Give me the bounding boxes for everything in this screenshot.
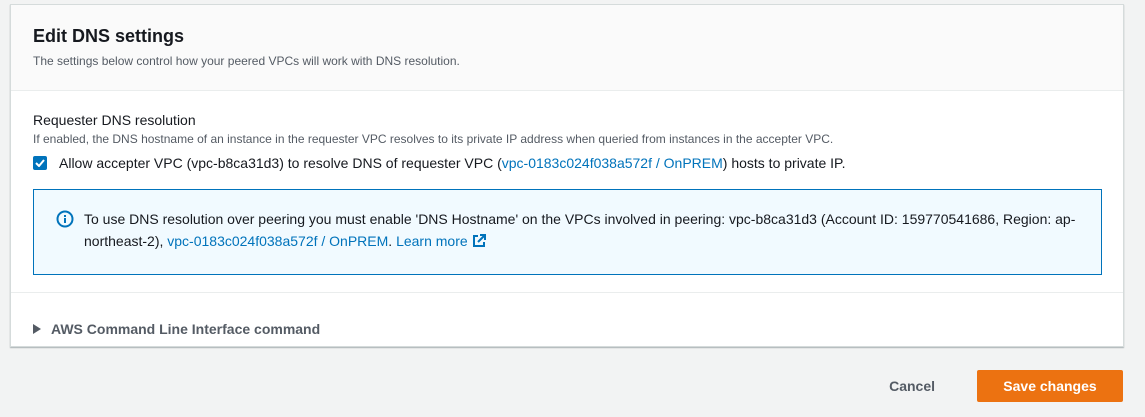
requester-vpc-link[interactable]: vpc-0183c024f038a572f / OnPREM [502,155,723,171]
requester-dns-checkbox[interactable] [33,156,47,170]
form-actions: Cancel Save changes [869,370,1123,402]
info-alert: To use DNS resolution over peering you m… [33,189,1102,275]
checkmark-icon [35,159,45,167]
external-link-icon [472,234,486,247]
requester-dns-checkbox-row[interactable]: Allow accepter VPC (vpc-b8ca31d3) to res… [33,154,1101,172]
cli-command-expander[interactable]: AWS Command Line Interface command [11,293,1123,346]
checkbox-label-text-pre: Allow accepter VPC (vpc-b8ca31d3) to res… [59,155,502,171]
info-text-mid: . [388,233,397,249]
requester-dns-description: If enabled, the DNS hostname of an insta… [33,132,834,146]
info-icon [56,210,74,228]
info-vpc-link[interactable]: vpc-0183c024f038a572f / OnPREM [167,233,388,249]
cancel-button[interactable]: Cancel [869,370,955,402]
caret-right-icon [33,323,41,334]
page-title: Edit DNS settings [33,26,185,46]
cli-command-label: AWS Command Line Interface command [51,320,321,337]
page-description: The settings below control how your peer… [33,54,460,68]
learn-more-link[interactable]: Learn more [396,233,486,249]
info-alert-text: To use DNS resolution over peering you m… [84,208,1081,274]
requester-dns-label: Requester DNS resolution [33,112,196,128]
checkbox-label: Allow accepter VPC (vpc-b8ca31d3) to res… [59,154,845,172]
save-changes-button[interactable]: Save changes [977,370,1123,402]
panel-header: Edit DNS settings The settings below con… [11,5,1123,91]
checkbox-label-text-post: ) hosts to private IP. [722,155,846,171]
panel-body: Requester DNS resolution If enabled, the… [11,91,1123,293]
edit-dns-settings-panel: Edit DNS settings The settings below con… [10,4,1124,347]
learn-more-label: Learn more [396,233,468,249]
